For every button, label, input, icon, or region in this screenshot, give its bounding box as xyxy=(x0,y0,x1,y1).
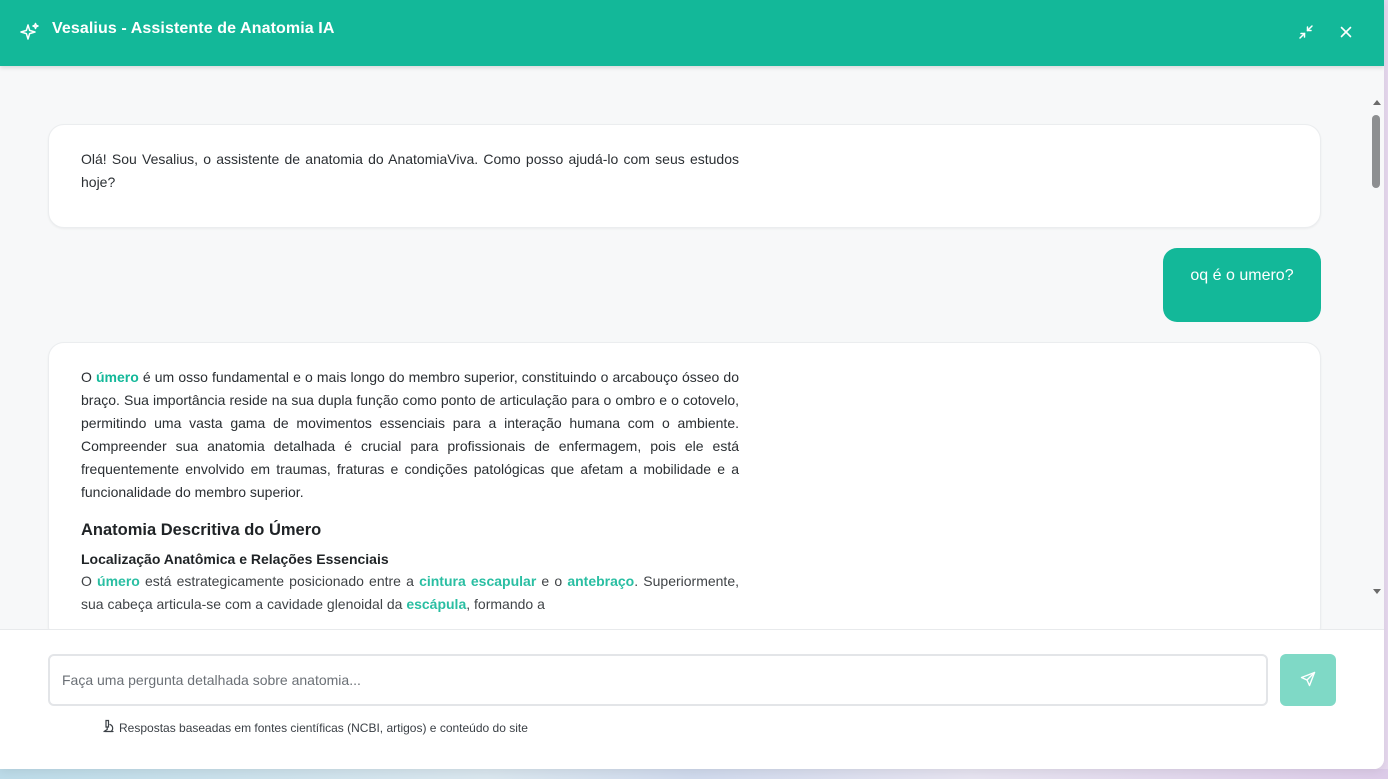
user-message-text: oq é o umero? xyxy=(1190,267,1294,284)
answer-heading: Anatomia Descritiva do Úmero xyxy=(81,521,322,539)
minimize-icon[interactable] xyxy=(1298,24,1314,40)
assistant-answer: O úmero é um osso fundamental e o mais l… xyxy=(81,366,739,616)
highlight-term: escápula xyxy=(406,596,467,612)
close-icon[interactable] xyxy=(1338,24,1354,40)
scroll-down-arrow-icon[interactable] xyxy=(1373,589,1381,594)
assistant-modal: Vesalius - Assistente de Anatomia IA Olá… xyxy=(0,0,1384,769)
highlight-term: úmero xyxy=(96,369,139,385)
microscope-icon xyxy=(101,719,115,736)
modal-title: Vesalius - Assistente de Anatomia IA xyxy=(52,20,335,37)
sparkles-icon xyxy=(20,22,40,42)
assistant-message: Olá! Sou Vesalius, o assistente de anato… xyxy=(48,124,1321,228)
background-page xyxy=(0,769,1388,779)
answer-paragraph: O úmero está estrategicamente posicionad… xyxy=(81,573,739,612)
answer-paragraph: O úmero é um osso fundamental e o mais l… xyxy=(81,369,739,500)
highlight-term: cintura escapular xyxy=(419,573,537,589)
highlight-term: antebraço xyxy=(567,573,635,589)
user-message: oq é o umero? xyxy=(1163,248,1321,322)
answer-subheading: Localização Anatômica e Relações Essenci… xyxy=(81,551,389,567)
send-button[interactable] xyxy=(1280,654,1336,706)
sources-note-text: Respostas baseadas em fontes científicas… xyxy=(119,720,528,735)
input-footer: Respostas baseadas em fontes científicas… xyxy=(0,629,1384,769)
scrollbar-thumb[interactable] xyxy=(1372,115,1380,188)
sources-note: Respostas baseadas em fontes científicas… xyxy=(101,719,528,736)
scroll-up-arrow-icon[interactable] xyxy=(1373,100,1381,105)
assistant-greeting-text: Olá! Sou Vesalius, o assistente de anato… xyxy=(81,151,739,190)
question-input[interactable] xyxy=(48,654,1268,706)
send-icon xyxy=(1300,671,1316,690)
highlight-term: úmero xyxy=(97,573,140,589)
chat-area[interactable]: Olá! Sou Vesalius, o assistente de anato… xyxy=(0,66,1370,629)
chat-scrollbar[interactable] xyxy=(1370,66,1384,629)
modal-header: Vesalius - Assistente de Anatomia IA xyxy=(0,0,1384,66)
assistant-message: O úmero é um osso fundamental e o mais l… xyxy=(48,342,1321,629)
